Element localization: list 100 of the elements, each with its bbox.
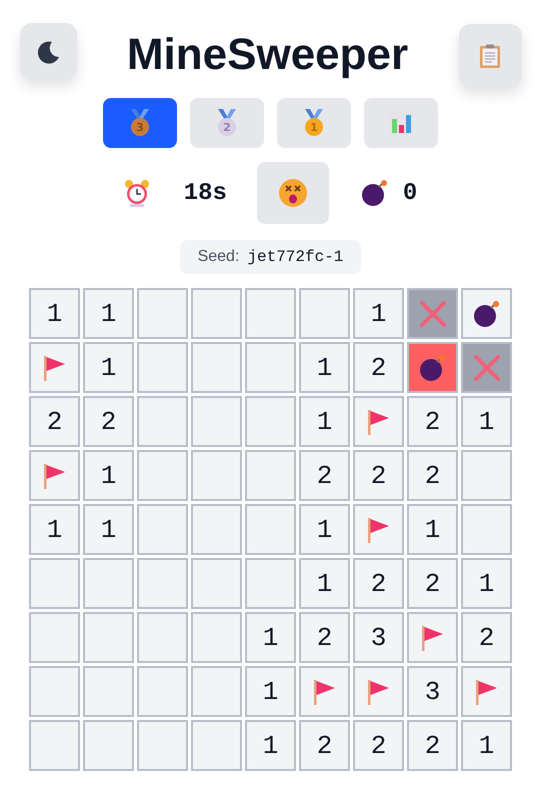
number-cell[interactable]: 2 [353, 342, 404, 393]
empty-cell[interactable] [245, 558, 296, 609]
number-cell[interactable]: 1 [83, 450, 134, 501]
empty-cell[interactable] [29, 558, 80, 609]
number-cell[interactable]: 2 [407, 720, 458, 771]
number-cell[interactable]: 2 [29, 396, 80, 447]
empty-cell[interactable] [191, 288, 242, 339]
number-cell[interactable]: 1 [245, 720, 296, 771]
flagged-cell[interactable] [299, 666, 350, 717]
empty-cell[interactable] [191, 612, 242, 663]
number-cell[interactable]: 1 [83, 504, 134, 555]
number-cell[interactable]: 1 [29, 504, 80, 555]
empty-cell[interactable] [191, 720, 242, 771]
empty-cell[interactable] [83, 558, 134, 609]
number-cell[interactable]: 3 [407, 666, 458, 717]
timer-value: 18s [184, 180, 227, 206]
flag-icon [366, 516, 392, 544]
flagged-cell[interactable] [353, 396, 404, 447]
number-cell[interactable]: 1 [461, 720, 512, 771]
empty-cell[interactable] [245, 396, 296, 447]
empty-cell[interactable] [83, 612, 134, 663]
empty-cell[interactable] [191, 450, 242, 501]
flag-icon [420, 624, 446, 652]
empty-cell[interactable] [29, 720, 80, 771]
empty-cell[interactable] [83, 666, 134, 717]
empty-cell[interactable] [191, 396, 242, 447]
number-cell[interactable]: 1 [299, 342, 350, 393]
flag-icon [312, 678, 338, 706]
empty-cell[interactable] [29, 612, 80, 663]
number-cell[interactable]: 1 [245, 666, 296, 717]
number-cell[interactable]: 1 [353, 288, 404, 339]
number-cell[interactable]: 2 [407, 450, 458, 501]
flagged-cell[interactable] [461, 666, 512, 717]
number-cell[interactable]: 1 [83, 342, 134, 393]
number-cell[interactable]: 2 [461, 612, 512, 663]
number-cell[interactable]: 1 [299, 504, 350, 555]
cross-icon [418, 300, 446, 328]
empty-cell[interactable] [137, 612, 188, 663]
empty-cell[interactable] [29, 666, 80, 717]
number-cell[interactable]: 2 [407, 558, 458, 609]
number-cell[interactable]: 1 [29, 288, 80, 339]
flagged-cell[interactable] [353, 666, 404, 717]
number-cell[interactable]: 2 [353, 558, 404, 609]
empty-cell[interactable] [83, 720, 134, 771]
app-title: MineSweeper [126, 29, 408, 81]
reset-button[interactable] [256, 162, 329, 224]
empty-cell[interactable] [137, 504, 188, 555]
number-cell[interactable]: 1 [245, 612, 296, 663]
dizzy-face-icon [278, 178, 308, 208]
empty-cell[interactable] [191, 504, 242, 555]
empty-cell[interactable] [245, 450, 296, 501]
stats-tab[interactable] [364, 98, 438, 148]
empty-cell[interactable] [137, 396, 188, 447]
theme-toggle-button[interactable] [20, 23, 76, 80]
wrong-flag-cell[interactable] [461, 342, 512, 393]
flag-icon [366, 408, 392, 436]
number-cell[interactable]: 1 [461, 558, 512, 609]
number-cell[interactable]: 1 [83, 288, 134, 339]
number-cell[interactable]: 1 [461, 396, 512, 447]
mine-cell[interactable] [461, 288, 512, 339]
number-cell[interactable]: 1 [407, 504, 458, 555]
number-cell[interactable]: 2 [83, 396, 134, 447]
empty-cell[interactable] [137, 666, 188, 717]
empty-cell[interactable] [461, 504, 512, 555]
clipboard-icon [479, 43, 501, 69]
empty-cell[interactable] [137, 720, 188, 771]
number-cell[interactable]: 1 [299, 558, 350, 609]
flagged-cell[interactable] [407, 612, 458, 663]
empty-cell[interactable] [245, 342, 296, 393]
number-cell[interactable]: 1 [299, 396, 350, 447]
empty-cell[interactable] [191, 342, 242, 393]
exploded-mine-cell[interactable] [407, 342, 458, 393]
number-cell[interactable]: 2 [353, 450, 404, 501]
flag-icon [42, 462, 68, 490]
empty-cell[interactable] [137, 558, 188, 609]
empty-cell[interactable] [191, 558, 242, 609]
seed-value: jet772fc-1 [247, 248, 344, 266]
flagged-cell[interactable] [29, 342, 80, 393]
empty-cell[interactable] [137, 288, 188, 339]
clipboard-button[interactable] [458, 24, 522, 88]
empty-cell[interactable] [299, 288, 350, 339]
empty-cell[interactable] [245, 504, 296, 555]
flagged-cell[interactable] [353, 504, 404, 555]
cross-icon [472, 354, 500, 382]
empty-cell[interactable] [245, 288, 296, 339]
number-cell[interactable]: 3 [353, 612, 404, 663]
number-cell[interactable]: 2 [299, 450, 350, 501]
number-cell[interactable]: 2 [299, 612, 350, 663]
number-cell[interactable]: 2 [407, 396, 458, 447]
flag-icon [42, 354, 68, 382]
empty-cell[interactable] [137, 342, 188, 393]
wrong-flag-cell[interactable] [407, 288, 458, 339]
empty-cell[interactable] [137, 450, 188, 501]
number-cell[interactable]: 2 [353, 720, 404, 771]
number-cell[interactable]: 2 [299, 720, 350, 771]
empty-cell[interactable] [461, 450, 512, 501]
empty-cell[interactable] [191, 666, 242, 717]
bomb-icon [472, 300, 500, 328]
flagged-cell[interactable] [29, 450, 80, 501]
bomb-icon [418, 354, 446, 382]
